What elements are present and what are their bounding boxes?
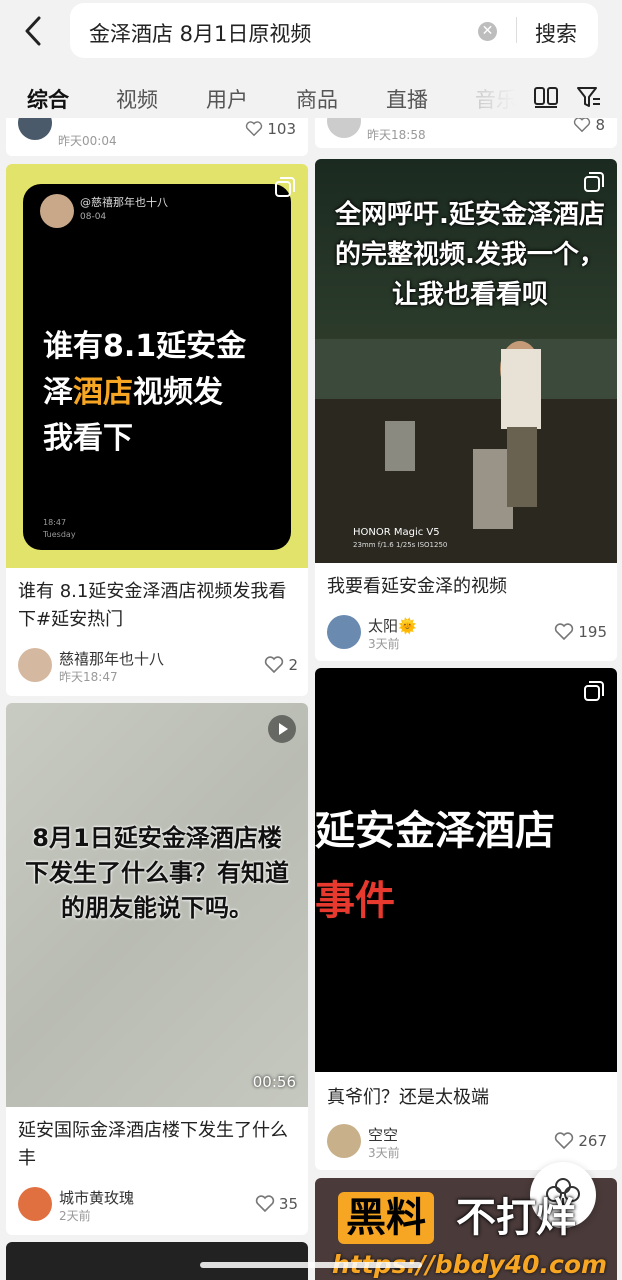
heart-icon xyxy=(555,1132,574,1150)
post-time: 3天前 xyxy=(368,1146,400,1160)
heart-icon xyxy=(555,623,574,641)
search-button[interactable]: 搜索 xyxy=(535,18,577,48)
overlay-text-line2: 事件 xyxy=(315,878,395,924)
heart-icon xyxy=(265,656,284,674)
avatar xyxy=(327,118,361,138)
author-row: 城市黄玫瑰 2天前 35 xyxy=(18,1187,298,1227)
card-title[interactable]: 延安国际金泽酒店楼下发生了什么丰 xyxy=(18,1117,298,1173)
card-title[interactable]: 真爷们？还是太极端 xyxy=(327,1084,607,1112)
clear-icon[interactable]: ✕ xyxy=(478,22,497,41)
heart-icon xyxy=(246,121,263,137)
heart-icon xyxy=(255,1195,275,1213)
note-username: @慈禧那年也十八 xyxy=(80,196,168,209)
note-screenshot: @慈禧那年也十八 08-04 谁有8.1延安金 泽酒店视频发 我看下 18:47… xyxy=(23,184,291,550)
thumbnail: 全网呼吁.延安金泽酒店的完整视频.发我一个，让我也看看呗 HONOR Magic… xyxy=(315,159,617,563)
author-name[interactable]: 太阳🌞 xyxy=(368,615,417,636)
tab-all[interactable]: 综合 xyxy=(27,84,69,114)
divider xyxy=(516,17,517,43)
avatar[interactable] xyxy=(327,1124,361,1158)
avatar xyxy=(40,194,74,228)
result-card[interactable]: 8月1日延安金泽酒店楼下发生了什么事？有知道的朋友能说下吗。 00:56 延安国… xyxy=(6,703,308,1235)
home-indicator xyxy=(200,1262,422,1268)
post-time: 3天前 xyxy=(368,637,400,651)
author-name[interactable]: 城市黄玫瑰 xyxy=(59,1187,134,1208)
tab-products[interactable]: 商品 xyxy=(296,84,338,114)
tab-video[interactable]: 视频 xyxy=(116,84,158,114)
like-count[interactable]: 35 xyxy=(255,1195,298,1213)
note-text: 谁有8.1延安金 泽酒店视频发 我看下 xyxy=(43,329,247,456)
partial-card-left[interactable]: 昨天00:04 103 xyxy=(6,118,308,156)
play-icon xyxy=(268,715,296,743)
tab-live[interactable]: 直播 xyxy=(386,84,428,114)
thumbnail: @慈禧那年也十八 08-04 谁有8.1延安金 泽酒店视频发 我看下 18:47… xyxy=(6,164,308,568)
post-time: 昨天00:04 xyxy=(58,134,117,148)
avatar[interactable] xyxy=(327,615,361,649)
watermark-slogan: 不打烊 xyxy=(456,1195,576,1241)
filter-icon[interactable] xyxy=(576,84,602,110)
layout-toggle-icon[interactable] xyxy=(533,84,559,110)
author-name[interactable]: 空空 xyxy=(368,1124,398,1145)
avatar xyxy=(18,118,52,140)
author-name[interactable]: 慈禧那年也十八 xyxy=(59,648,164,669)
result-card[interactable]: 延安金泽酒店 事件 真爷们？还是太极端 空空 3天前 267 xyxy=(315,668,617,1170)
camera-brand: HONOR Magic V5 xyxy=(353,527,440,538)
search-input[interactable]: 金泽酒店 8月1日原视频 ✕ 搜索 xyxy=(70,3,598,58)
like-count[interactable]: 267 xyxy=(554,1132,607,1150)
author-row: 太阳🌞 3天前 195 xyxy=(327,615,607,655)
partial-card-bottom-left[interactable] xyxy=(6,1242,308,1280)
overlay-text: 8月1日延安金泽酒店楼下发生了什么事？有知道的朋友能说下吗。 xyxy=(25,824,289,922)
camera-specs: 23mm f/1.6 1/25s ISO1250 xyxy=(353,541,448,549)
chevron-left-icon xyxy=(25,16,41,46)
partial-card-right[interactable]: 昨天18:58 8 xyxy=(315,118,617,148)
author-row: 空空 3天前 267 xyxy=(327,1124,607,1164)
note-time: 18:47 xyxy=(43,518,67,527)
overlay-text: 全网呼吁.延安金泽酒店的完整视频.发我一个，让我也看看呗 xyxy=(335,200,605,310)
author-row: 慈禧那年也十八 昨天18:47 2 xyxy=(18,648,298,688)
tab-users[interactable]: 用户 xyxy=(206,84,248,114)
video-duration: 00:56 xyxy=(252,1073,296,1091)
thumbnail: 延安金泽酒店 事件 xyxy=(315,668,617,1072)
tabs-fade xyxy=(460,70,530,124)
multi-image-icon xyxy=(584,681,604,701)
post-time: 昨天18:47 xyxy=(59,670,118,684)
result-card[interactable]: 全网呼吁.延安金泽酒店的完整视频.发我一个，让我也看看呗 HONOR Magic… xyxy=(315,159,617,661)
card-title[interactable]: 谁有 8.1延安金泽酒店视频发我看下#延安热门 xyxy=(18,578,298,634)
post-time: 2天前 xyxy=(59,1209,91,1223)
like-count[interactable]: 195 xyxy=(554,623,607,641)
result-card[interactable]: @慈禧那年也十八 08-04 谁有8.1延安金 泽酒店视频发 我看下 18:47… xyxy=(6,164,308,696)
thumbnail: 8月1日延安金泽酒店楼下发生了什么事？有知道的朋友能说下吗。 00:56 xyxy=(6,703,308,1107)
like-count[interactable]: 8 xyxy=(573,118,605,134)
note-date: 08-04 xyxy=(80,212,107,222)
post-time: 昨天18:58 xyxy=(367,128,426,142)
highlight-text: 酒店 xyxy=(73,375,133,410)
heart-icon xyxy=(574,118,591,133)
avatar[interactable] xyxy=(18,648,52,682)
search-query-text: 金泽酒店 8月1日原视频 xyxy=(89,22,312,46)
avatar[interactable] xyxy=(18,1187,52,1221)
overlay-text-line1: 延安金泽酒店 xyxy=(315,808,555,854)
search-header: 金泽酒店 8月1日原视频 ✕ 搜索 xyxy=(0,0,622,62)
card-title[interactable]: 我要看延安金泽的视频 xyxy=(327,573,607,601)
multi-image-icon xyxy=(584,172,604,192)
back-button[interactable] xyxy=(18,14,48,48)
note-day: Tuesday xyxy=(43,530,76,539)
category-tabs: 综合 视频 用户 商品 直播 音乐 xyxy=(0,70,622,124)
like-count[interactable]: 103 xyxy=(245,120,296,138)
multi-image-icon xyxy=(275,177,295,197)
watermark-brand: 黑料 xyxy=(338,1192,434,1244)
like-count[interactable]: 2 xyxy=(264,656,298,674)
